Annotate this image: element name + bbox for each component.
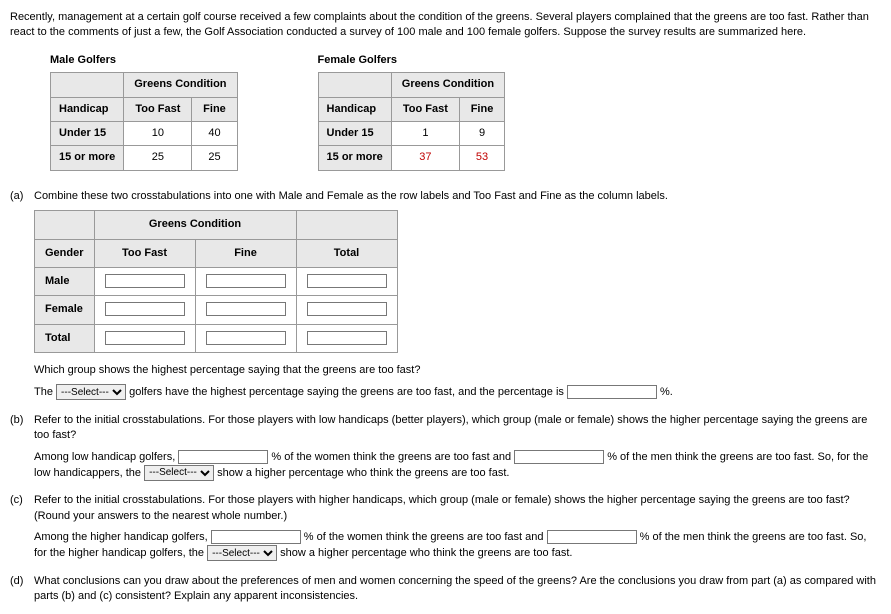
male-row0-v0: 10 — [124, 121, 192, 145]
part-c-men-input[interactable] — [547, 530, 637, 544]
male-row0-v1: 40 — [192, 121, 237, 145]
female-table-group: Female Golfers Greens Condition Handicap… — [318, 53, 506, 171]
part-b-men-input[interactable] — [514, 450, 604, 464]
female-row1-v0: 37 — [391, 146, 459, 170]
part-c-pre: Among the higher handicap golfers, — [34, 531, 208, 543]
input-male-total[interactable] — [307, 274, 387, 288]
part-a-label: (a) — [10, 189, 34, 401]
part-b-prompt: Refer to the initial crosstabulations. F… — [34, 413, 881, 444]
male-row0-label: Under 15 — [51, 121, 124, 145]
female-row0-label: Under 15 — [318, 121, 391, 145]
part-a-line2-pre: The — [34, 386, 53, 398]
intro-text: Recently, management at a certain golf c… — [10, 10, 881, 41]
input-female-total[interactable] — [307, 302, 387, 316]
part-c-select[interactable]: ---Select--- — [207, 545, 277, 561]
input-female-toofast[interactable] — [105, 302, 185, 316]
male-row1-label: 15 or more — [51, 146, 124, 170]
combine-col-toofast: Too Fast — [94, 239, 195, 267]
part-b-label: (b) — [10, 413, 34, 481]
part-a: (a) Combine these two crosstabulations i… — [10, 189, 881, 401]
combine-row-female: Female — [35, 296, 95, 324]
initial-tables: Male Golfers Greens Condition Handicap T… — [50, 53, 881, 171]
part-a-prompt: Combine these two crosstabulations into … — [34, 189, 881, 204]
part-c: (c) Refer to the initial crosstabulation… — [10, 493, 881, 561]
female-row0-v1: 9 — [459, 121, 504, 145]
part-b-pre: Among low handicap golfers, — [34, 451, 175, 463]
female-row1-v1: 53 — [459, 146, 504, 170]
female-rowhead: Handicap — [318, 97, 391, 121]
male-rowhead: Handicap — [51, 97, 124, 121]
part-b-select[interactable]: ---Select--- — [144, 465, 214, 481]
male-table-group: Male Golfers Greens Condition Handicap T… — [50, 53, 238, 171]
combine-row-male: Male — [35, 267, 95, 295]
part-b-line: Among low handicap golfers, % of the wom… — [34, 450, 881, 482]
part-b-mid1: % of the women think the greens are too … — [271, 451, 511, 463]
female-col-toofast: Too Fast — [391, 97, 459, 121]
male-row1-v0: 25 — [124, 146, 192, 170]
part-b: (b) Refer to the initial crosstabulation… — [10, 413, 881, 481]
part-c-line: Among the higher handicap golfers, % of … — [34, 530, 881, 562]
part-a-q1: Which group shows the highest percentage… — [34, 363, 881, 378]
male-col-fine: Fine — [192, 97, 237, 121]
input-male-fine[interactable] — [206, 274, 286, 288]
combine-table: Greens Condition Gender Too Fast Fine To… — [34, 210, 398, 353]
part-b-women-input[interactable] — [178, 450, 268, 464]
female-row1-label: 15 or more — [318, 146, 391, 170]
combine-row-total: Total — [35, 324, 95, 352]
part-a-line2: The ---Select--- golfers have the highes… — [34, 384, 881, 400]
input-total-total[interactable] — [307, 331, 387, 345]
combine-rowhead: Gender — [35, 239, 95, 267]
input-total-fine[interactable] — [206, 331, 286, 345]
male-colhead: Greens Condition — [124, 73, 237, 97]
male-row1-v1: 25 — [192, 146, 237, 170]
female-crosstab: Greens Condition Handicap Too Fast Fine … — [318, 72, 506, 171]
part-a-line2-mid: golfers have the highest percentage sayi… — [129, 386, 564, 398]
part-d-prompt: What conclusions can you draw about the … — [34, 574, 881, 605]
part-c-prompt: Refer to the initial crosstabulations. F… — [34, 493, 881, 524]
part-c-women-input[interactable] — [211, 530, 301, 544]
female-col-fine: Fine — [459, 97, 504, 121]
part-a-pct-input[interactable] — [567, 385, 657, 399]
input-female-fine[interactable] — [206, 302, 286, 316]
male-crosstab: Greens Condition Handicap Too Fast Fine … — [50, 72, 238, 171]
part-a-select[interactable]: ---Select--- — [56, 384, 126, 400]
input-total-toofast[interactable] — [105, 331, 185, 345]
part-c-label: (c) — [10, 493, 34, 561]
combine-col-total: Total — [296, 239, 397, 267]
part-c-tail: show a higher percentage who think the g… — [280, 547, 572, 559]
part-c-mid1: % of the women think the greens are too … — [304, 531, 544, 543]
female-caption: Female Golfers — [318, 53, 506, 68]
male-caption: Male Golfers — [50, 53, 238, 68]
female-row0-v0: 1 — [391, 121, 459, 145]
part-d-label: (d) — [10, 574, 34, 605]
part-d: (d) What conclusions can you draw about … — [10, 574, 881, 605]
part-b-tail: show a higher percentage who think the g… — [217, 467, 509, 479]
combine-colhead: Greens Condition — [94, 211, 296, 239]
part-a-pct-label: %. — [660, 386, 673, 398]
male-col-toofast: Too Fast — [124, 97, 192, 121]
female-colhead: Greens Condition — [391, 73, 504, 97]
input-male-toofast[interactable] — [105, 274, 185, 288]
combine-col-fine: Fine — [195, 239, 296, 267]
